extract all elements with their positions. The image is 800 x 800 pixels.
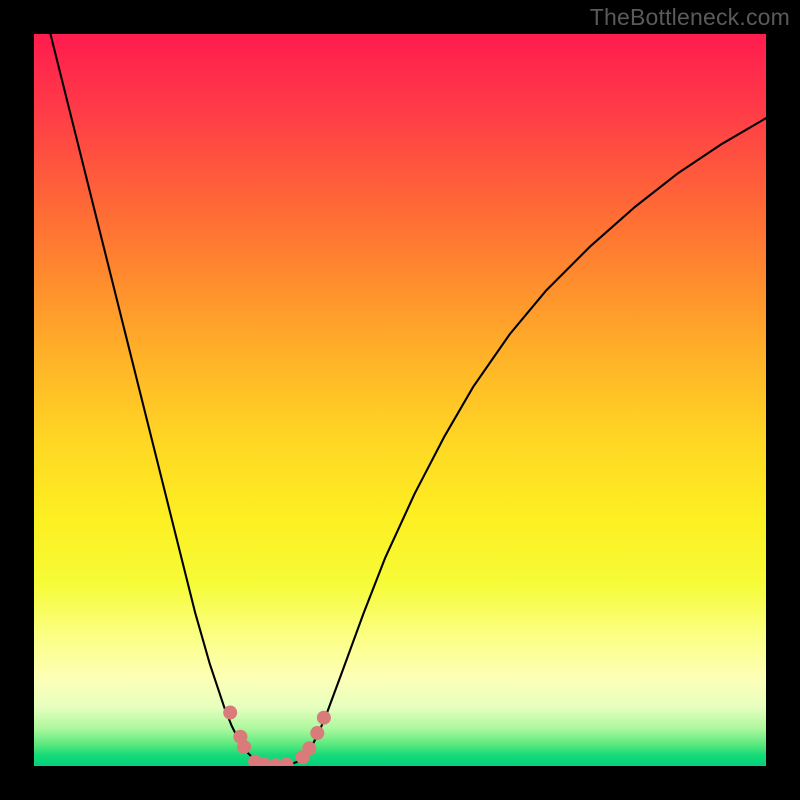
marker-dot <box>280 758 294 766</box>
marker-dot <box>223 706 237 720</box>
bottleneck-curve <box>34 34 766 765</box>
watermark-text: TheBottleneck.com <box>590 4 790 31</box>
marker-dot <box>310 726 324 740</box>
plot-area <box>34 34 766 766</box>
chart-svg <box>34 34 766 766</box>
chart-frame: TheBottleneck.com <box>0 0 800 800</box>
marker-dot <box>237 740 251 754</box>
marker-dot <box>317 711 331 725</box>
curve-markers <box>223 706 331 766</box>
marker-dot <box>302 741 316 755</box>
